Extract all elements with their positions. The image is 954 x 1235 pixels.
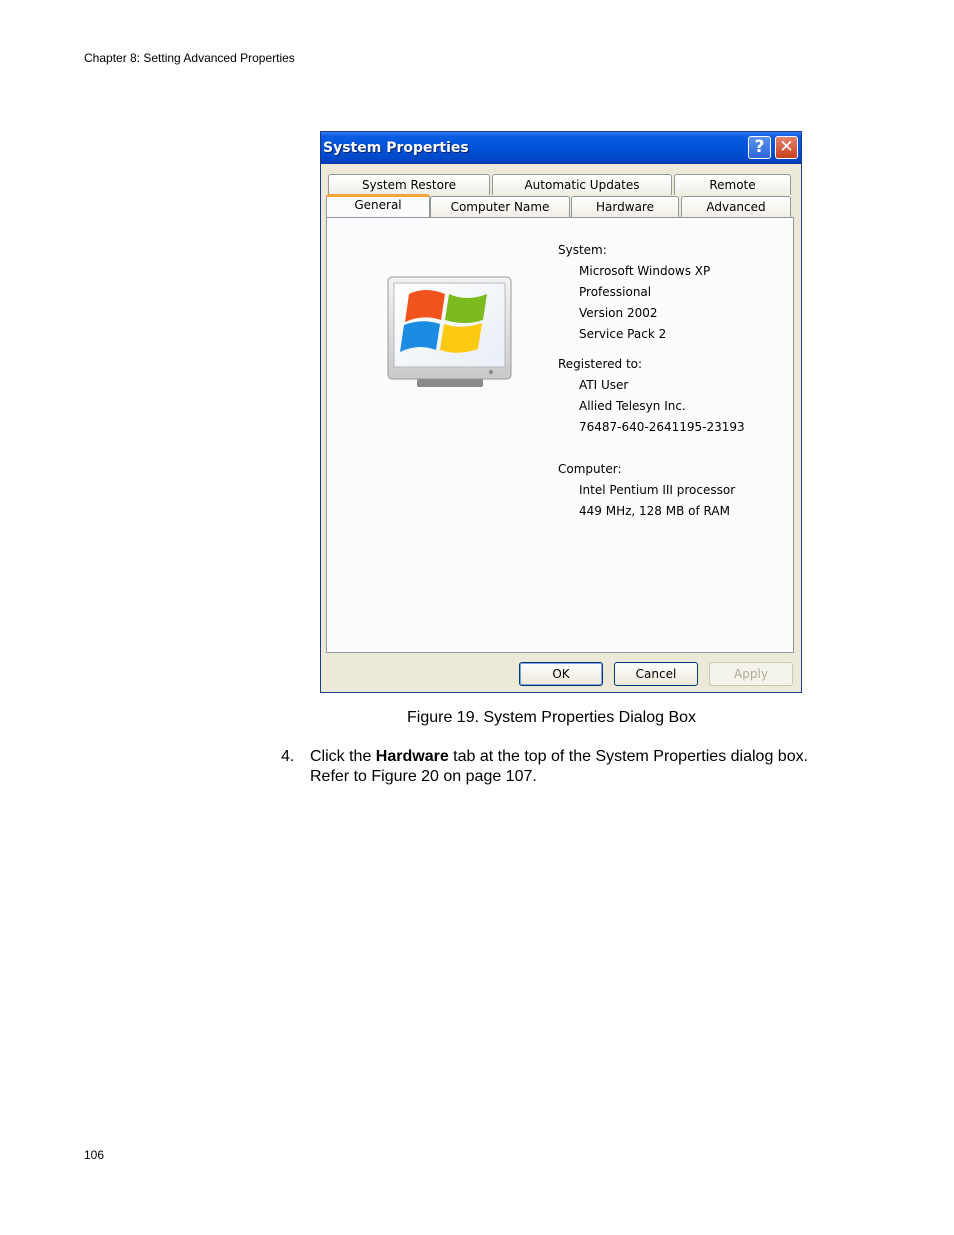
windows-xp-logo-icon (387, 276, 512, 387)
tab-hardware[interactable]: Hardware (571, 196, 679, 217)
help-icon: ? (754, 137, 765, 157)
help-button[interactable]: ? (748, 136, 771, 159)
tab-advanced[interactable]: Advanced (681, 196, 791, 217)
figure-caption: Figure 19. System Properties Dialog Box (407, 709, 697, 726)
page-number: 106 (84, 1148, 105, 1162)
close-button[interactable]: ✕ (775, 136, 798, 159)
system-os-name: Microsoft Windows XP (579, 264, 711, 278)
step-text-pre: Click the (310, 748, 376, 765)
general-tab-panel: System: Microsoft Windows XP Professiona… (326, 217, 794, 653)
page-header: Chapter 8: Setting Advanced Properties (84, 51, 295, 65)
step-number: 4. (281, 748, 295, 765)
tab-remote[interactable]: Remote (674, 174, 791, 195)
system-label: System: (558, 243, 607, 257)
registered-user: ATI User (579, 378, 629, 392)
computer-memory: 449 MHz, 128 MB of RAM (579, 504, 730, 518)
title-bar[interactable]: System Properties ? ✕ (321, 132, 801, 164)
system-version: Version 2002 (579, 306, 658, 320)
system-service-pack: Service Pack 2 (579, 327, 667, 341)
close-icon: ✕ (779, 137, 794, 157)
computer-processor: Intel Pentium III processor (579, 483, 736, 497)
tab-general[interactable]: General (326, 194, 430, 217)
computer-label: Computer: (558, 462, 622, 476)
system-edition: Professional (579, 285, 652, 299)
system-properties-dialog: System Properties ? ✕ System Restore Aut… (320, 131, 802, 693)
cancel-button[interactable]: Cancel (614, 662, 698, 686)
tab-computer-name[interactable]: Computer Name (430, 196, 570, 217)
tab-system-restore[interactable]: System Restore (328, 174, 490, 195)
system-info: System: Microsoft Windows XP Professiona… (558, 240, 745, 522)
tab-automatic-updates[interactable]: Automatic Updates (492, 174, 672, 195)
step-text-bold: Hardware (375, 748, 449, 765)
ok-button[interactable]: OK (519, 662, 603, 686)
step-text-line2: Refer to Figure 20 on page 107. (310, 768, 537, 785)
registered-organization: Allied Telesyn Inc. (579, 399, 686, 413)
product-id: 76487-640-2641195-23193 (579, 420, 745, 434)
step-text-post: tab at the top of the System Properties … (448, 748, 809, 765)
apply-button[interactable]: Apply (709, 662, 793, 686)
dialog-title: System Properties (323, 140, 469, 156)
registered-label: Registered to: (558, 357, 643, 371)
